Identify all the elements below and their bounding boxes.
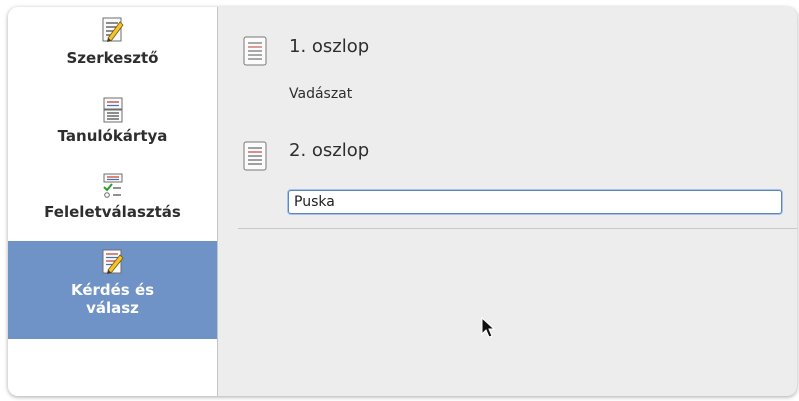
sidebar-item-label: Feleletválasztás [44,203,181,221]
sidebar-item-label-line2: válasz [86,299,139,317]
question-answer-icon [102,249,124,274]
sidebar-item-editor[interactable]: Szerkesztő [8,17,217,89]
column2-input[interactable] [288,190,782,214]
document-icon [243,36,267,66]
app-window: Szerkesztő Tanulókártya Feleletválasztás… [8,7,797,396]
mouse-cursor-icon [481,317,495,338]
sidebar-item-question-answer[interactable]: Kérdés és válasz [8,241,217,339]
sidebar-item-label: Tanulókártya [57,127,168,145]
multiple-choice-icon [102,173,122,198]
column1-value: Vadászat [289,86,353,102]
flashcard-icon [103,97,122,123]
column1-title: 1. oszlop [289,36,370,57]
column2-title: 2. oszlop [289,140,370,161]
sidebar-item-label: Szerkesztő [66,49,159,67]
editor-icon [102,17,124,42]
sidebar: Szerkesztő Tanulókártya Feleletválasztás… [8,7,218,396]
separator [238,228,797,229]
sidebar-item-label-line1: Kérdés és [70,281,155,299]
sidebar-item-flashcard[interactable]: Tanulókártya [8,97,217,169]
main-content: 1. oszlop Vadászat 2. oszlop [218,7,797,396]
document-icon [243,141,267,171]
sidebar-item-multiple-choice[interactable]: Feleletválasztás [8,173,217,245]
